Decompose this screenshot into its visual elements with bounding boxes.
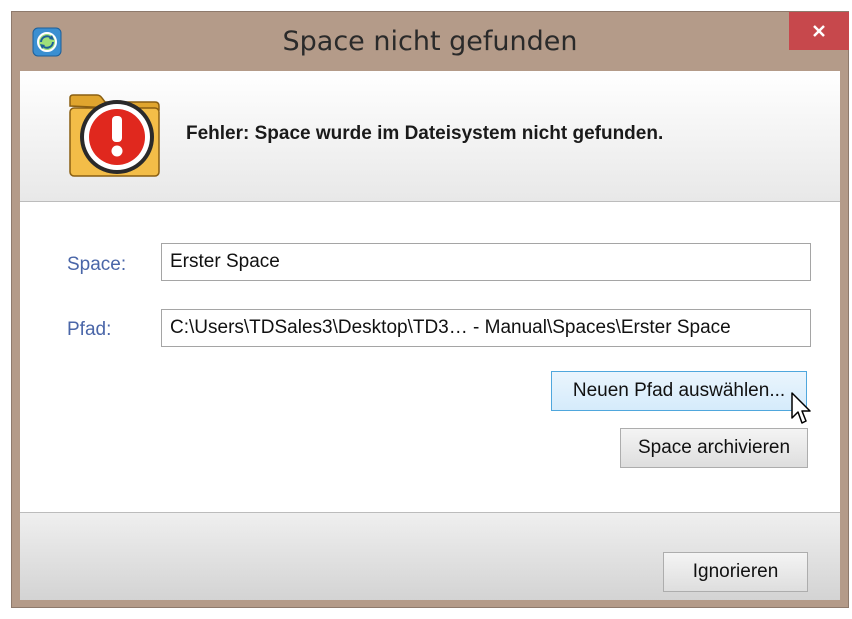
dialog-window: Space nicht gefunden Fehler: Space wurde… — [11, 11, 849, 608]
path-label: Pfad: — [67, 319, 112, 340]
ignore-button[interactable]: Ignorieren — [663, 552, 808, 592]
error-message: Fehler: Space wurde im Dateisystem nicht… — [186, 123, 664, 144]
space-name-field[interactable] — [161, 243, 811, 281]
dialog-content: Fehler: Space wurde im Dateisystem nicht… — [20, 71, 840, 600]
archive-space-button[interactable]: Space archivieren — [620, 428, 808, 468]
error-header: Fehler: Space wurde im Dateisystem nicht… — [20, 71, 840, 202]
dialog-footer: Ignorieren — [20, 512, 840, 600]
title-bar[interactable]: Space nicht gefunden — [12, 12, 849, 72]
window-title: Space nicht gefunden — [282, 26, 578, 57]
select-new-path-button[interactable]: Neuen Pfad auswählen... — [551, 371, 807, 411]
folder-error-icon — [69, 94, 160, 177]
close-button[interactable] — [789, 12, 849, 50]
close-icon — [813, 25, 825, 37]
path-field[interactable] — [161, 309, 811, 347]
space-label: Space: — [67, 254, 127, 275]
